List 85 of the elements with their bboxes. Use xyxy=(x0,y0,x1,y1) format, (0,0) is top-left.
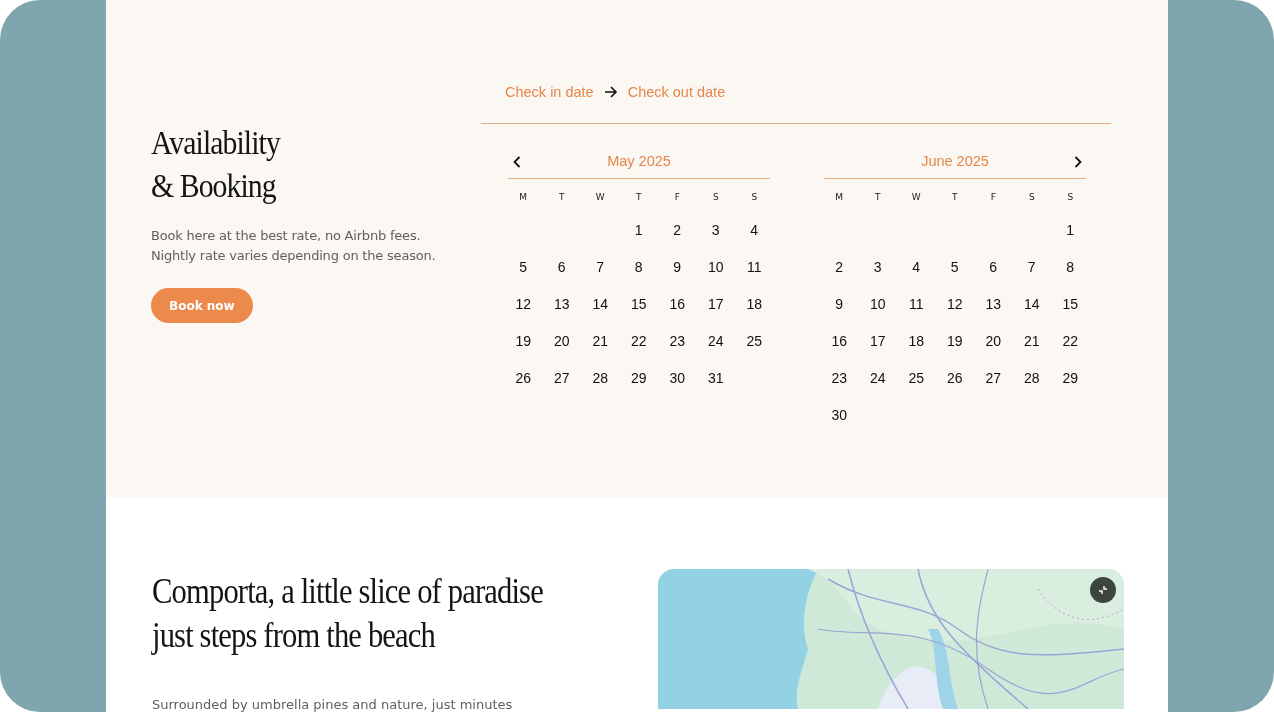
weekday-label: W xyxy=(910,191,922,204)
calendar-day[interactable]: 25 xyxy=(897,363,936,400)
calendar-day[interactable]: 12 xyxy=(504,289,543,326)
calendar-day[interactable]: 27 xyxy=(974,363,1013,400)
calendar-day[interactable]: 20 xyxy=(542,326,581,363)
calendar-day[interactable]: 22 xyxy=(619,326,658,363)
calendar-day[interactable]: 2 xyxy=(658,215,697,252)
calendar-day[interactable]: 12 xyxy=(935,289,974,326)
calendar-day[interactable]: 18 xyxy=(735,289,774,326)
calendar-day[interactable]: 7 xyxy=(581,252,620,289)
calendar-day[interactable]: 30 xyxy=(820,400,859,437)
weekday-label: S xyxy=(750,191,759,204)
next-month-icon[interactable] xyxy=(1074,156,1082,168)
weekday-label: F xyxy=(673,191,681,204)
calendar-day[interactable]: 25 xyxy=(735,326,774,363)
calendar-day[interactable]: 19 xyxy=(504,326,543,363)
weekday-label: M xyxy=(518,191,529,204)
weekday-label: T xyxy=(951,191,959,204)
calendar-day[interactable]: 15 xyxy=(619,289,658,326)
calendar-day[interactable]: 5 xyxy=(504,252,543,289)
calendar-day[interactable]: 10 xyxy=(858,289,897,326)
calendar-day[interactable]: 20 xyxy=(974,326,1013,363)
calendar-day[interactable]: 5 xyxy=(935,252,974,289)
calendar-day[interactable]: 3 xyxy=(858,252,897,289)
calendar-day[interactable]: 21 xyxy=(581,326,620,363)
calendar-day[interactable]: 17 xyxy=(858,326,897,363)
calendar-day[interactable]: 3 xyxy=(696,215,735,252)
calendar-day[interactable]: 4 xyxy=(897,252,936,289)
weekday-label: F xyxy=(989,191,997,204)
calendar-day[interactable]: 8 xyxy=(619,252,658,289)
arrow-right-icon xyxy=(603,86,618,98)
calendar-day[interactable]: 15 xyxy=(1051,289,1090,326)
calendar-day[interactable]: 24 xyxy=(858,363,897,400)
weekday-label: S xyxy=(711,191,720,204)
calendar-day[interactable]: 13 xyxy=(974,289,1013,326)
calendar-day[interactable]: 1 xyxy=(619,215,658,252)
weekday-label: S xyxy=(1066,191,1075,204)
calendar-day[interactable]: 11 xyxy=(735,252,774,289)
calendar-day[interactable]: 26 xyxy=(504,363,543,400)
calendar-day[interactable]: 19 xyxy=(935,326,974,363)
weekday-label: T xyxy=(635,191,643,204)
weekday-label: W xyxy=(594,191,606,204)
calendar-day[interactable]: 17 xyxy=(696,289,735,326)
description-text: Book here at the best rate, no Airbnb fees. Nightly rate varies depending on the season. xyxy=(151,227,437,265)
weekday-label: S xyxy=(1027,191,1036,204)
calendar-day[interactable]: 14 xyxy=(581,289,620,326)
weekday-label: T xyxy=(874,191,882,204)
calendar-day[interactable]: 16 xyxy=(658,289,697,326)
calendar-day[interactable]: 28 xyxy=(1012,363,1051,400)
calendar-day[interactable]: 16 xyxy=(820,326,859,363)
calendar-day[interactable]: 24 xyxy=(696,326,735,363)
calendar-day[interactable]: 23 xyxy=(658,326,697,363)
calendar-day[interactable]: 30 xyxy=(658,363,697,400)
calendar-day[interactable]: 13 xyxy=(542,289,581,326)
calendar-day[interactable]: 2 xyxy=(820,252,859,289)
calendar-day[interactable]: 4 xyxy=(735,215,774,252)
weekday-label: T xyxy=(558,191,566,204)
calendar-day[interactable]: 6 xyxy=(542,252,581,289)
calendar-day[interactable]: 29 xyxy=(1051,363,1090,400)
calendar-day[interactable]: 9 xyxy=(658,252,697,289)
calendar-day[interactable]: 9 xyxy=(820,289,859,326)
calendar-day[interactable]: 28 xyxy=(581,363,620,400)
section-heading: Comporta, a little slice of paradise just steps from the beach xyxy=(152,570,544,657)
calendar-day[interactable]: 1 xyxy=(1051,215,1090,252)
description-text: Surrounded by umbrella pines and nature, just minutes xyxy=(152,697,514,712)
calendar-day[interactable]: 11 xyxy=(897,289,936,326)
collapse-icon[interactable] xyxy=(1090,577,1116,603)
calendar-day[interactable]: 18 xyxy=(897,326,936,363)
month-title: May 2025 xyxy=(607,153,671,169)
calendar-day[interactable]: 21 xyxy=(1012,326,1051,363)
calendar-day[interactable]: 6 xyxy=(974,252,1013,289)
calendar-day[interactable]: 8 xyxy=(1051,252,1090,289)
calendar-day[interactable]: 23 xyxy=(820,363,859,400)
section-heading: Availability & Booking xyxy=(151,124,282,206)
calendar-day[interactable]: 31 xyxy=(696,363,735,400)
calendar-day[interactable]: 29 xyxy=(619,363,658,400)
calendar-day[interactable]: 26 xyxy=(935,363,974,400)
calendar-day[interactable]: 27 xyxy=(542,363,581,400)
month-title: June 2025 xyxy=(921,153,989,169)
calendar-day[interactable]: 14 xyxy=(1012,289,1051,326)
weekday-label: M xyxy=(834,191,845,204)
previous-month-icon[interactable] xyxy=(513,156,521,168)
calendar-day[interactable]: 7 xyxy=(1012,252,1051,289)
calendar-day[interactable]: 22 xyxy=(1051,326,1090,363)
calendar-day[interactable]: 10 xyxy=(696,252,735,289)
